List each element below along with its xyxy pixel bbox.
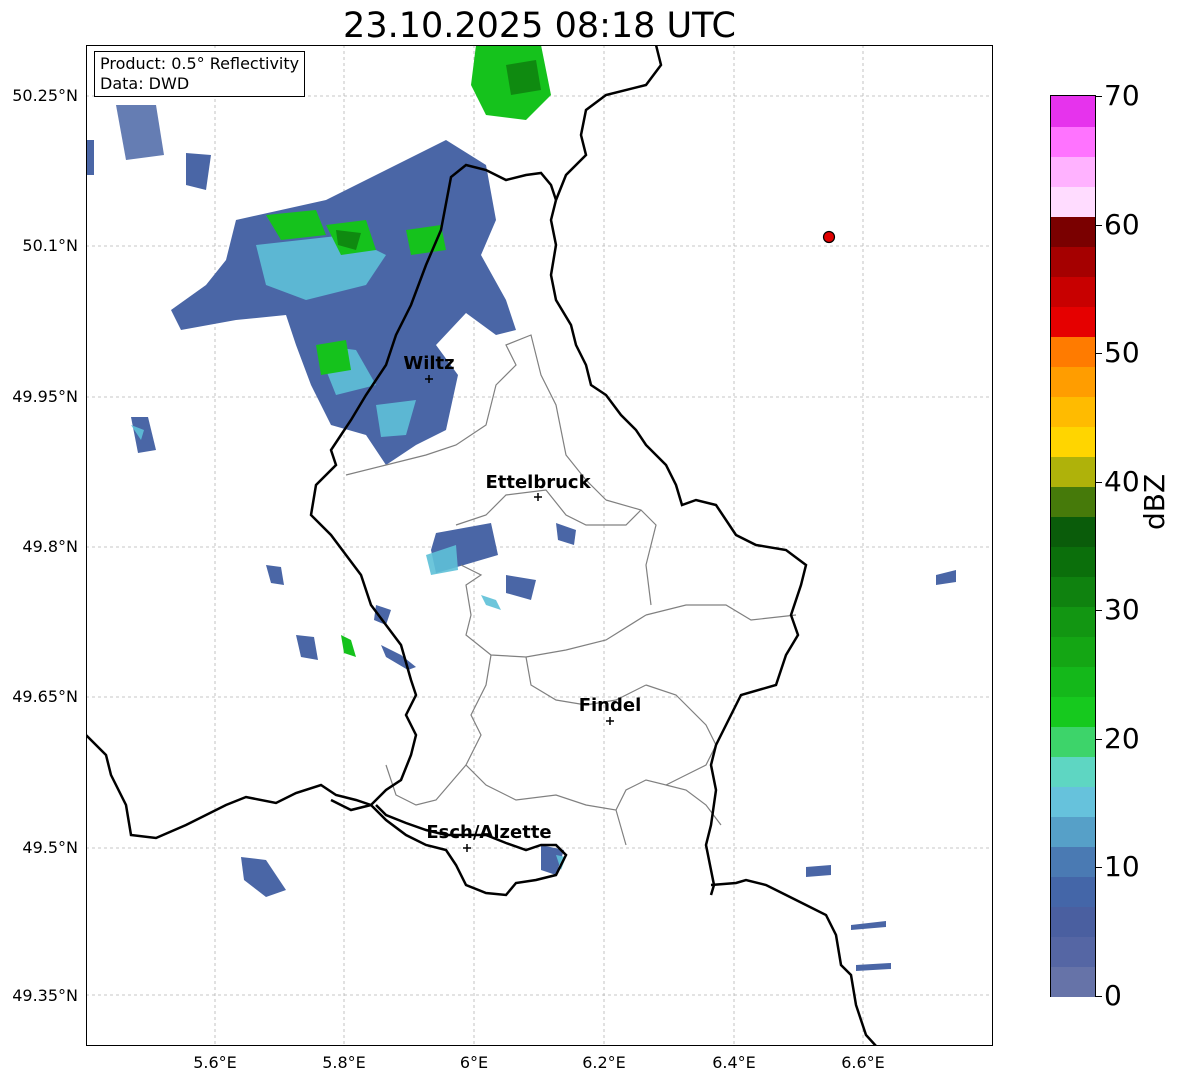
x-tick-label: 5.6°E — [193, 1053, 237, 1072]
city-label-ettelbruck: Ettelbruck — [485, 472, 591, 493]
colorbar-tick-label: 40 — [1104, 464, 1140, 498]
map-title: 23.10.2025 08:18 UTC — [343, 6, 736, 46]
colorbar-segment — [1051, 336, 1095, 367]
colorbar-segment — [1051, 246, 1095, 277]
colorbar-tick-label: 70 — [1104, 79, 1140, 112]
colorbar-tick-mark — [1096, 867, 1102, 869]
y-tick-label: 49.8°N — [22, 537, 78, 556]
radar-map[interactable]: Wiltz Ettelbruck Findel Esch/Alzette — [86, 45, 993, 1046]
colorbar-segment — [1051, 576, 1095, 607]
colorbar-segment — [1051, 546, 1095, 577]
colorbar-segment — [1051, 816, 1095, 847]
x-tick-label: 5.8°E — [322, 1053, 366, 1072]
product-label: Product: 0.5° Reflectivity — [100, 54, 300, 73]
colorbar-segment — [1051, 666, 1095, 697]
colorbar-segment — [1051, 396, 1095, 427]
colorbar-tick-label: 30 — [1104, 593, 1140, 627]
city-label-esch-alzette: Esch/Alzette — [426, 822, 551, 843]
colorbar — [1050, 95, 1096, 997]
y-tick-label: 50.25°N — [12, 86, 78, 105]
colorbar-segment — [1051, 306, 1095, 337]
city-label-wiltz: Wiltz — [403, 353, 454, 374]
colorbar-segment — [1051, 696, 1095, 727]
colorbar-tick-label: 0 — [1104, 979, 1122, 1012]
colorbar-segment — [1051, 456, 1095, 487]
y-tick-label: 49.95°N — [12, 387, 78, 406]
colorbar-tick-mark — [1096, 224, 1102, 226]
colorbar-segment — [1051, 366, 1095, 397]
colorbar-segment — [1051, 186, 1095, 217]
colorbar-tick-mark — [1096, 96, 1102, 97]
colorbar-segment — [1051, 516, 1095, 547]
x-tick-label: 6.2°E — [582, 1053, 626, 1072]
colorbar-tick-mark — [1096, 996, 1102, 997]
colorbar-tick-mark — [1096, 738, 1102, 740]
colorbar-segment — [1051, 216, 1095, 247]
colorbar-segment — [1051, 906, 1095, 937]
colorbar-segment — [1051, 726, 1095, 757]
y-tick-label: 50.1°N — [22, 236, 78, 255]
colorbar-segment — [1051, 96, 1095, 127]
product-info-box: Product: 0.5° Reflectivity Data: DWD — [94, 51, 306, 97]
colorbar-segment — [1051, 126, 1095, 157]
city-label-findel: Findel — [579, 695, 642, 716]
x-tick-label: 6°E — [459, 1053, 489, 1072]
colorbar-segment — [1051, 156, 1095, 187]
colorbar-segment — [1051, 606, 1095, 637]
colorbar-segment — [1051, 426, 1095, 457]
data-source-label: Data: DWD — [100, 74, 190, 93]
colorbar-segment — [1051, 876, 1095, 907]
colorbar-tick-label: 60 — [1104, 207, 1140, 241]
colorbar-segment — [1051, 846, 1095, 877]
colorbar-tick-label: 20 — [1104, 721, 1140, 755]
colorbar-tick-label: 50 — [1104, 336, 1140, 370]
x-tick-label: 6.4°E — [712, 1053, 756, 1072]
colorbar-segment — [1051, 966, 1095, 997]
x-tick-label: 6.6°E — [841, 1053, 885, 1072]
colorbar-segment — [1051, 786, 1095, 817]
colorbar-segment — [1051, 756, 1095, 787]
colorbar-tick-mark — [1096, 481, 1102, 483]
colorbar-tick-label: 10 — [1104, 850, 1140, 884]
y-tick-label: 49.35°N — [12, 986, 78, 1005]
colorbar-segment — [1051, 636, 1095, 667]
radar-site-marker — [822, 230, 836, 244]
colorbar-label: dBZ — [1138, 473, 1171, 530]
colorbar-tick-mark — [1096, 353, 1102, 355]
y-tick-label: 49.65°N — [12, 687, 78, 706]
colorbar-segment — [1051, 936, 1095, 967]
map-canvas: Wiltz Ettelbruck Findel Esch/Alzette — [86, 45, 993, 1046]
y-tick-label: 49.5°N — [22, 838, 78, 857]
colorbar-segment — [1051, 486, 1095, 517]
colorbar-segment — [1051, 276, 1095, 307]
colorbar-tick-mark — [1096, 610, 1102, 612]
